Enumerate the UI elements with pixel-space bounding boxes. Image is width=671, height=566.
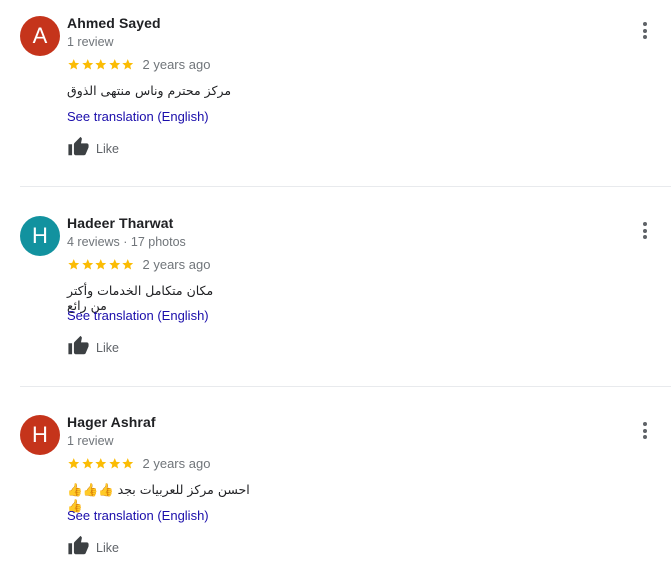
review-date: 2 years ago [142, 456, 211, 471]
star-icon [108, 59, 120, 70]
star-icon [81, 59, 93, 70]
reviewer-meta: 1 review [67, 35, 114, 49]
star-icon [68, 259, 80, 270]
star-rating [67, 58, 135, 71]
reviewer-name[interactable]: Hager Ashraf [67, 414, 156, 430]
more-options-icon[interactable] [637, 220, 653, 244]
like-button[interactable]: Like [67, 335, 119, 357]
star-icon [122, 259, 134, 270]
avatar[interactable]: H [20, 415, 60, 455]
star-icon [81, 458, 93, 469]
more-options-icon[interactable] [637, 420, 653, 444]
reviewer-name[interactable]: Hadeer Tharwat [67, 215, 173, 231]
review-date: 2 years ago [142, 257, 211, 272]
star-icon [95, 458, 107, 469]
like-label: Like [96, 541, 119, 555]
review-card: A Ahmed Sayed 1 review 2 years ago مركز … [0, 0, 671, 186]
more-options-icon[interactable] [637, 20, 653, 44]
avatar[interactable]: A [20, 16, 60, 56]
thumbs-up-icon [68, 535, 89, 555]
rating-row: 2 years ago [67, 456, 210, 471]
star-icon [68, 458, 80, 469]
star-icon [108, 259, 120, 270]
review-text: مركز محترم وناس منتهى الذوق [67, 83, 232, 98]
avatar[interactable]: H [20, 216, 60, 256]
like-button[interactable]: Like [67, 535, 119, 557]
review-list: A Ahmed Sayed 1 review 2 years ago مركز … [0, 0, 671, 566]
star-icon [81, 259, 93, 270]
review-date: 2 years ago [142, 57, 211, 72]
star-icon [122, 59, 134, 70]
star-icon [68, 59, 80, 70]
reviewer-meta: 4 reviews · 17 photos [67, 235, 186, 249]
star-icon [122, 458, 134, 469]
reviewer-name[interactable]: Ahmed Sayed [67, 15, 161, 31]
star-icon [95, 59, 107, 70]
star-icon [95, 259, 107, 270]
star-rating [67, 258, 135, 271]
see-translation-link[interactable]: See translation (English) [67, 508, 209, 523]
like-label: Like [96, 142, 119, 156]
rating-row: 2 years ago [67, 257, 210, 272]
star-icon [108, 458, 120, 469]
like-label: Like [96, 341, 119, 355]
like-button[interactable]: Like [67, 136, 119, 158]
rating-row: 2 years ago [67, 57, 210, 72]
thumbs-up-icon [68, 335, 89, 355]
star-rating [67, 457, 135, 470]
thumbs-up-icon [68, 136, 89, 156]
see-translation-link[interactable]: See translation (English) [67, 109, 209, 124]
review-card: H Hadeer Tharwat 4 reviews · 17 photos 2… [0, 186, 671, 386]
see-translation-link[interactable]: See translation (English) [67, 308, 209, 323]
reviewer-meta: 1 review [67, 434, 114, 448]
review-card: H Hager Ashraf 1 review 2 years ago احسن… [0, 386, 671, 566]
